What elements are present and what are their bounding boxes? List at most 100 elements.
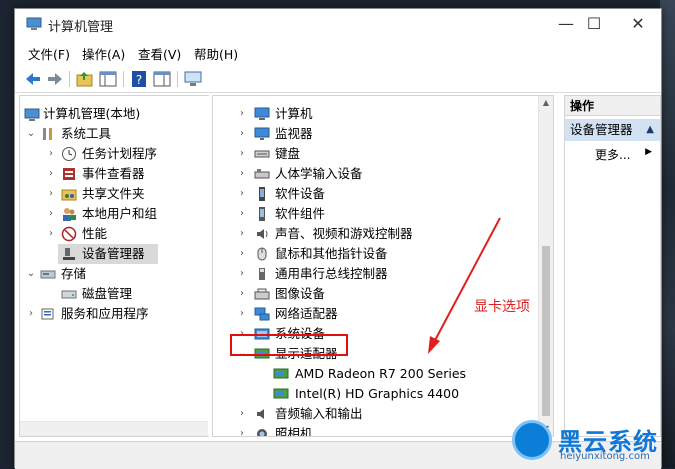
left-horizontal-scrollbar[interactable] [20,421,208,436]
chevron-right-icon[interactable]: › [237,124,247,144]
tree-item-local-users[interactable]: › 本地用户和组 [20,204,208,224]
hid-icon [254,169,270,179]
monitor-icon [254,127,270,140]
menu-bar: 文件(F) 操作(A) 查看(V) 帮助(H) [15,41,661,63]
chevron-right-icon: ▶ [645,147,652,157]
device-category-monitors[interactable]: › 监视器 [213,124,533,144]
device-category-software-components[interactable]: › 软件组件 [213,204,533,224]
display-adapter-highlight [230,334,348,356]
tree-item-disk-management[interactable]: 磁盘管理 [20,284,208,304]
maximize-button[interactable]: ☐ [579,13,609,37]
device-category-keyboards[interactable]: › 键盘 [213,144,533,164]
chevron-right-icon[interactable]: › [237,244,247,264]
computer-management-icon [26,17,42,30]
chevron-right-icon[interactable]: › [237,424,247,436]
tree-item-shared-folders[interactable]: › 共享文件夹 [20,184,208,204]
chevron-right-icon[interactable]: › [46,144,56,164]
tree-item-performance[interactable]: › 性能 [20,224,208,244]
tree-item-device-manager[interactable]: 设备管理器 [58,244,158,264]
device-label: 网络适配器 [275,306,338,321]
properties-icon[interactable] [152,69,172,89]
chevron-right-icon[interactable]: › [237,144,247,164]
chevron-right-icon[interactable]: › [237,264,247,284]
device-label: 键盘 [275,146,301,161]
minimize-button[interactable]: — [551,13,581,37]
device-label: 计算机 [275,106,313,121]
computer-management-icon [24,108,40,121]
scroll-up-icon[interactable]: ▲ [539,96,553,110]
software-device-icon [259,187,265,201]
device-category-hid[interactable]: › 人体学输入设备 [213,164,533,184]
device-category-software-devices[interactable]: › 软件设备 [213,184,533,204]
show-hide-tree-icon[interactable] [98,69,118,89]
menu-view[interactable]: 查看(V) [138,44,181,63]
network-adapter-icon [254,307,270,321]
back-icon[interactable] [23,69,43,89]
actions-group-device-manager[interactable]: 设备管理器 ▲ [565,119,660,141]
tree-label: 计算机管理(本地) [43,106,141,121]
tree-item-system-tools[interactable]: ⌄ 系统工具 [20,124,208,144]
display-adapter-icon [273,368,289,379]
clock-icon [62,147,76,161]
window-title: 计算机管理 [48,20,114,35]
speaker-icon [257,409,264,419]
device-category-computer[interactable]: › 计算机 [213,104,533,124]
more-actions-link[interactable]: 更多... [595,146,630,164]
chevron-right-icon[interactable]: › [237,284,247,304]
chevron-right-icon[interactable]: › [237,104,247,124]
chevron-right-icon[interactable]: › [237,304,247,324]
chevron-right-icon[interactable]: › [46,184,56,204]
toolbar: ? [15,65,661,93]
chevron-right-icon[interactable]: › [46,204,56,224]
monitor-icon[interactable] [183,69,203,89]
device-category-mice[interactable]: › 鼠标和其他指针设备 [213,244,533,264]
chevron-right-icon[interactable]: › [237,204,247,224]
chevron-right-icon[interactable]: › [237,224,247,244]
title-bar: 计算机管理 — ☐ ✕ [15,9,661,41]
chevron-right-icon[interactable]: › [237,164,247,184]
collapse-triangle-icon[interactable]: ▲ [646,119,654,141]
device-gpu-amd[interactable]: AMD Radeon R7 200 Series [213,364,533,384]
device-gpu-intel[interactable]: Intel(R) HD Graphics 4400 [213,384,533,404]
scroll-thumb[interactable] [542,246,550,416]
device-category-audio[interactable]: › 声音、视频和游戏控制器 [213,224,533,244]
site-watermark: 黑云系统 heiyunxitong.com [512,418,672,468]
tree-item-task-scheduler[interactable]: › 任务计划程序 [20,144,208,164]
menu-action[interactable]: 操作(A) [82,44,125,63]
chevron-right-icon[interactable]: › [46,164,56,184]
keyboard-icon [254,150,270,158]
device-category-usb[interactable]: › 通用串行总线控制器 [213,264,533,284]
computer-icon [254,107,270,120]
chevron-right-icon[interactable]: › [237,184,247,204]
chevron-right-icon[interactable]: › [237,404,247,424]
toolbar-separator [69,71,70,87]
device-category-camera[interactable]: › 照相机 [213,424,533,436]
close-button[interactable]: ✕ [623,13,653,37]
device-list-vertical-scrollbar[interactable]: ▲ ▼ [538,96,553,436]
device-label: Intel(R) HD Graphics 4400 [295,386,460,401]
tree-item-event-viewer[interactable]: › 事件查看器 [20,164,208,184]
tree-label: 系统工具 [61,126,112,141]
imaging-device-icon [254,288,270,300]
menu-help[interactable]: 帮助(H) [194,44,238,63]
device-label: 监视器 [275,126,313,141]
up-folder-icon[interactable] [75,69,95,89]
menu-file[interactable]: 文件(F) [28,44,70,63]
help-icon[interactable]: ? [129,69,149,89]
forward-icon[interactable] [45,69,65,89]
chevron-down-icon[interactable]: ⌄ [26,264,36,284]
annotation-label: 显卡选项 [474,299,530,315]
tree-label: 磁盘管理 [82,286,133,301]
chevron-down-icon[interactable]: ⌄ [26,124,36,144]
console-tree-pane: 计算机管理(本地) ⌄ 系统工具 › 任务计划程序 › 事件查看器 › 共享文件… [19,95,209,437]
tree-label: 存储 [61,266,87,281]
tree-item-root[interactable]: 计算机管理(本地) [20,104,208,124]
usb-icon [259,268,265,280]
toolbar-separator [123,71,124,87]
device-category-audio-io[interactable]: › 音频输入和输出 [213,404,533,424]
tree-label: 性能 [82,226,108,241]
chevron-right-icon[interactable]: › [26,304,36,324]
tree-item-storage[interactable]: ⌄ 存储 [20,264,208,284]
chevron-right-icon[interactable]: › [46,224,56,244]
tree-item-services[interactable]: › 服务和应用程序 [20,304,208,324]
